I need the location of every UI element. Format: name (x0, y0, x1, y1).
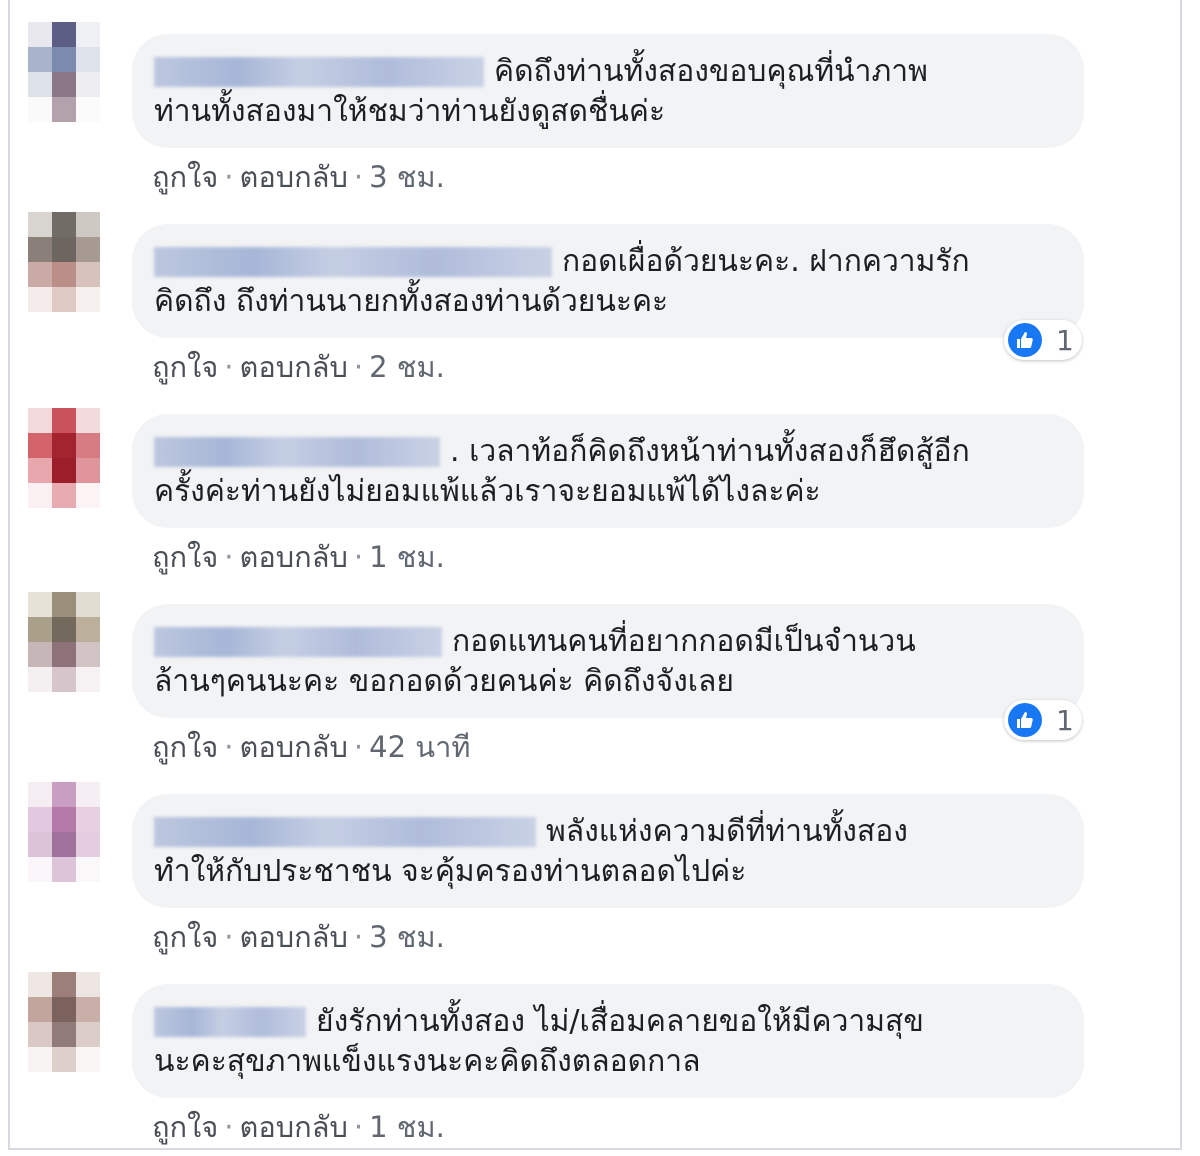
comment-text-line-2: ครั้งค่ะท่านยังไม่ยอมแพ้แล้วเราจะยอมแพ้ไ… (154, 474, 821, 509)
comment-text-line-1: ยังรักท่านทั้งสอง ไม่/เสื่อมคลายขอให้มีค… (316, 1004, 924, 1039)
comment-text-line-1: กอดเผื่อด้วยนะคะ. ฝากความรัก (562, 244, 970, 279)
commenter-name[interactable] (154, 57, 484, 87)
reply-link[interactable]: ตอบกลับ (240, 160, 348, 194)
reply-link[interactable]: ตอบกลับ (240, 1110, 348, 1144)
comment-text-line-2: ทำให้กับประชาชน จะคุ้มครองท่านตลอดไปค่ะ (154, 854, 747, 889)
reply-link[interactable]: ตอบกลับ (240, 920, 348, 954)
comment-bubble: กอดแทนคนที่อยากกอดมีเป็นจำนวน ล้านๆคนนะค… (132, 604, 1084, 718)
avatar[interactable] (28, 212, 100, 312)
comment-bubble: . เวลาท้อก็คิดถึงหน้าท่านทั้งสองก็ฮึดสู้… (132, 414, 1084, 528)
comment-text-line-1: พลังแห่งความดีที่ท่านทั้งสอง (546, 814, 908, 849)
like-link[interactable]: ถูกใจ (152, 920, 218, 954)
reaction-count: 1 (1056, 323, 1074, 357)
comment-item: ยังรักท่านทั้งสอง ไม่/เสื่อมคลายขอให้มีค… (0, 950, 1200, 1144)
reply-link[interactable]: ตอบกลับ (240, 350, 348, 384)
comment-item: กอดแทนคนที่อยากกอดมีเป็นจำนวน ล้านๆคนนะค… (0, 570, 1200, 764)
comment-bubble: ยังรักท่านทั้งสอง ไม่/เสื่อมคลายขอให้มีค… (132, 984, 1084, 1098)
reaction-count-badge[interactable]: 1 (1004, 700, 1082, 740)
comment-timestamp[interactable]: 3 ชม. (369, 920, 445, 954)
comment-item: พลังแห่งความดีที่ท่านทั้งสอง ทำให้กับประ… (0, 760, 1200, 954)
like-link[interactable]: ถูกใจ (152, 540, 218, 574)
commenter-name[interactable] (154, 247, 552, 277)
commenter-name[interactable] (154, 817, 536, 847)
reaction-count: 1 (1056, 703, 1074, 737)
comment-item: . เวลาท้อก็คิดถึงหน้าท่านทั้งสองก็ฮึดสู้… (0, 380, 1200, 574)
like-link[interactable]: ถูกใจ (152, 160, 218, 194)
comment-item: คิดถึงท่านทั้งสองขอบคุณที่นำภาพ ท่านทั้ง… (0, 0, 1200, 194)
comment-item: กอดเผื่อด้วยนะคะ. ฝากความรัก คิดถึง ถึงท… (0, 190, 1200, 384)
comment-timestamp[interactable]: 2 ชม. (369, 350, 445, 384)
comment-text-line-1: คิดถึงท่านทั้งสองขอบคุณที่นำภาพ (494, 54, 928, 89)
comment-timestamp[interactable]: 42 นาที (369, 730, 470, 764)
reaction-count-badge[interactable]: 1 (1004, 320, 1082, 360)
avatar[interactable] (28, 592, 100, 692)
comment-timestamp[interactable]: 1 ชม. (369, 540, 445, 574)
like-link[interactable]: ถูกใจ (152, 1110, 218, 1144)
comment-bubble: คิดถึงท่านทั้งสองขอบคุณที่นำภาพ ท่านทั้ง… (132, 34, 1084, 148)
comment-text-line-2: ท่านทั้งสองมาให้ชมว่าท่านยังดูสดชื่นค่ะ (154, 94, 666, 129)
avatar[interactable] (28, 22, 100, 122)
like-link[interactable]: ถูกใจ (152, 730, 218, 764)
like-reaction-icon (1008, 703, 1042, 737)
avatar[interactable] (28, 972, 100, 1072)
commenter-name[interactable] (154, 627, 442, 657)
reply-link[interactable]: ตอบกลับ (240, 540, 348, 574)
avatar[interactable] (28, 408, 100, 508)
reply-link[interactable]: ตอบกลับ (240, 730, 348, 764)
like-link[interactable]: ถูกใจ (152, 350, 218, 384)
avatar[interactable] (28, 782, 100, 882)
comment-timestamp[interactable]: 1 ชม. (369, 1110, 445, 1144)
comment-bubble: กอดเผื่อด้วยนะคะ. ฝากความรัก คิดถึง ถึงท… (132, 224, 1084, 338)
comment-text-line-2: ล้านๆคนนะคะ ขอกอดด้วยคนค่ะ คิดถึงจังเลย (154, 664, 734, 699)
commenter-name[interactable] (154, 437, 440, 467)
comment-text-line-1: กอดแทนคนที่อยากกอดมีเป็นจำนวน (452, 624, 916, 659)
comment-text-line-2: คิดถึง ถึงท่านนายกทั้งสองท่านด้วยนะคะ (154, 284, 669, 319)
like-reaction-icon (1008, 323, 1042, 357)
comment-bubble: พลังแห่งความดีที่ท่านทั้งสอง ทำให้กับประ… (132, 794, 1084, 908)
comment-timestamp[interactable]: 3 ชม. (369, 160, 445, 194)
comment-text-line-2: นะคะสุขภาพแข็งแรงนะคะคิดถึงตลอดกาล (154, 1044, 701, 1079)
comment-text-line-1: . เวลาท้อก็คิดถึงหน้าท่านทั้งสองก็ฮึดสู้… (450, 434, 970, 469)
comment-actions: ถูกใจ · ตอบกลับ · 1 ชม. (152, 1110, 445, 1144)
commenter-name[interactable] (154, 1007, 306, 1037)
